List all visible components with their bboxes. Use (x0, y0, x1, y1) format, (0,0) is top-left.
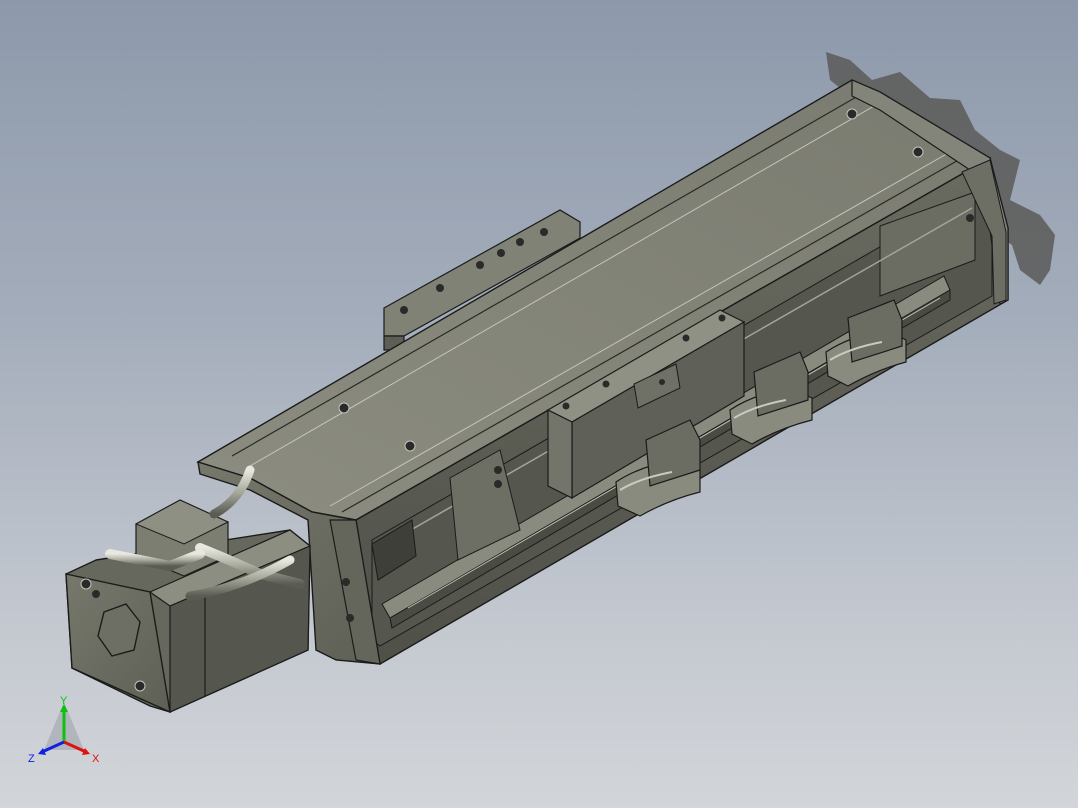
x-axis-label: X (92, 753, 100, 765)
linear-actuator-model[interactable] (0, 0, 1078, 808)
servo-motor (65, 465, 312, 714)
orientation-triad[interactable]: Y X Z (26, 692, 106, 772)
z-axis-label: Z (28, 753, 35, 765)
y-axis-label: Y (60, 695, 68, 707)
cad-3d-viewport[interactable]: Y X Z (0, 0, 1078, 808)
actuator-body (196, 79, 1009, 665)
